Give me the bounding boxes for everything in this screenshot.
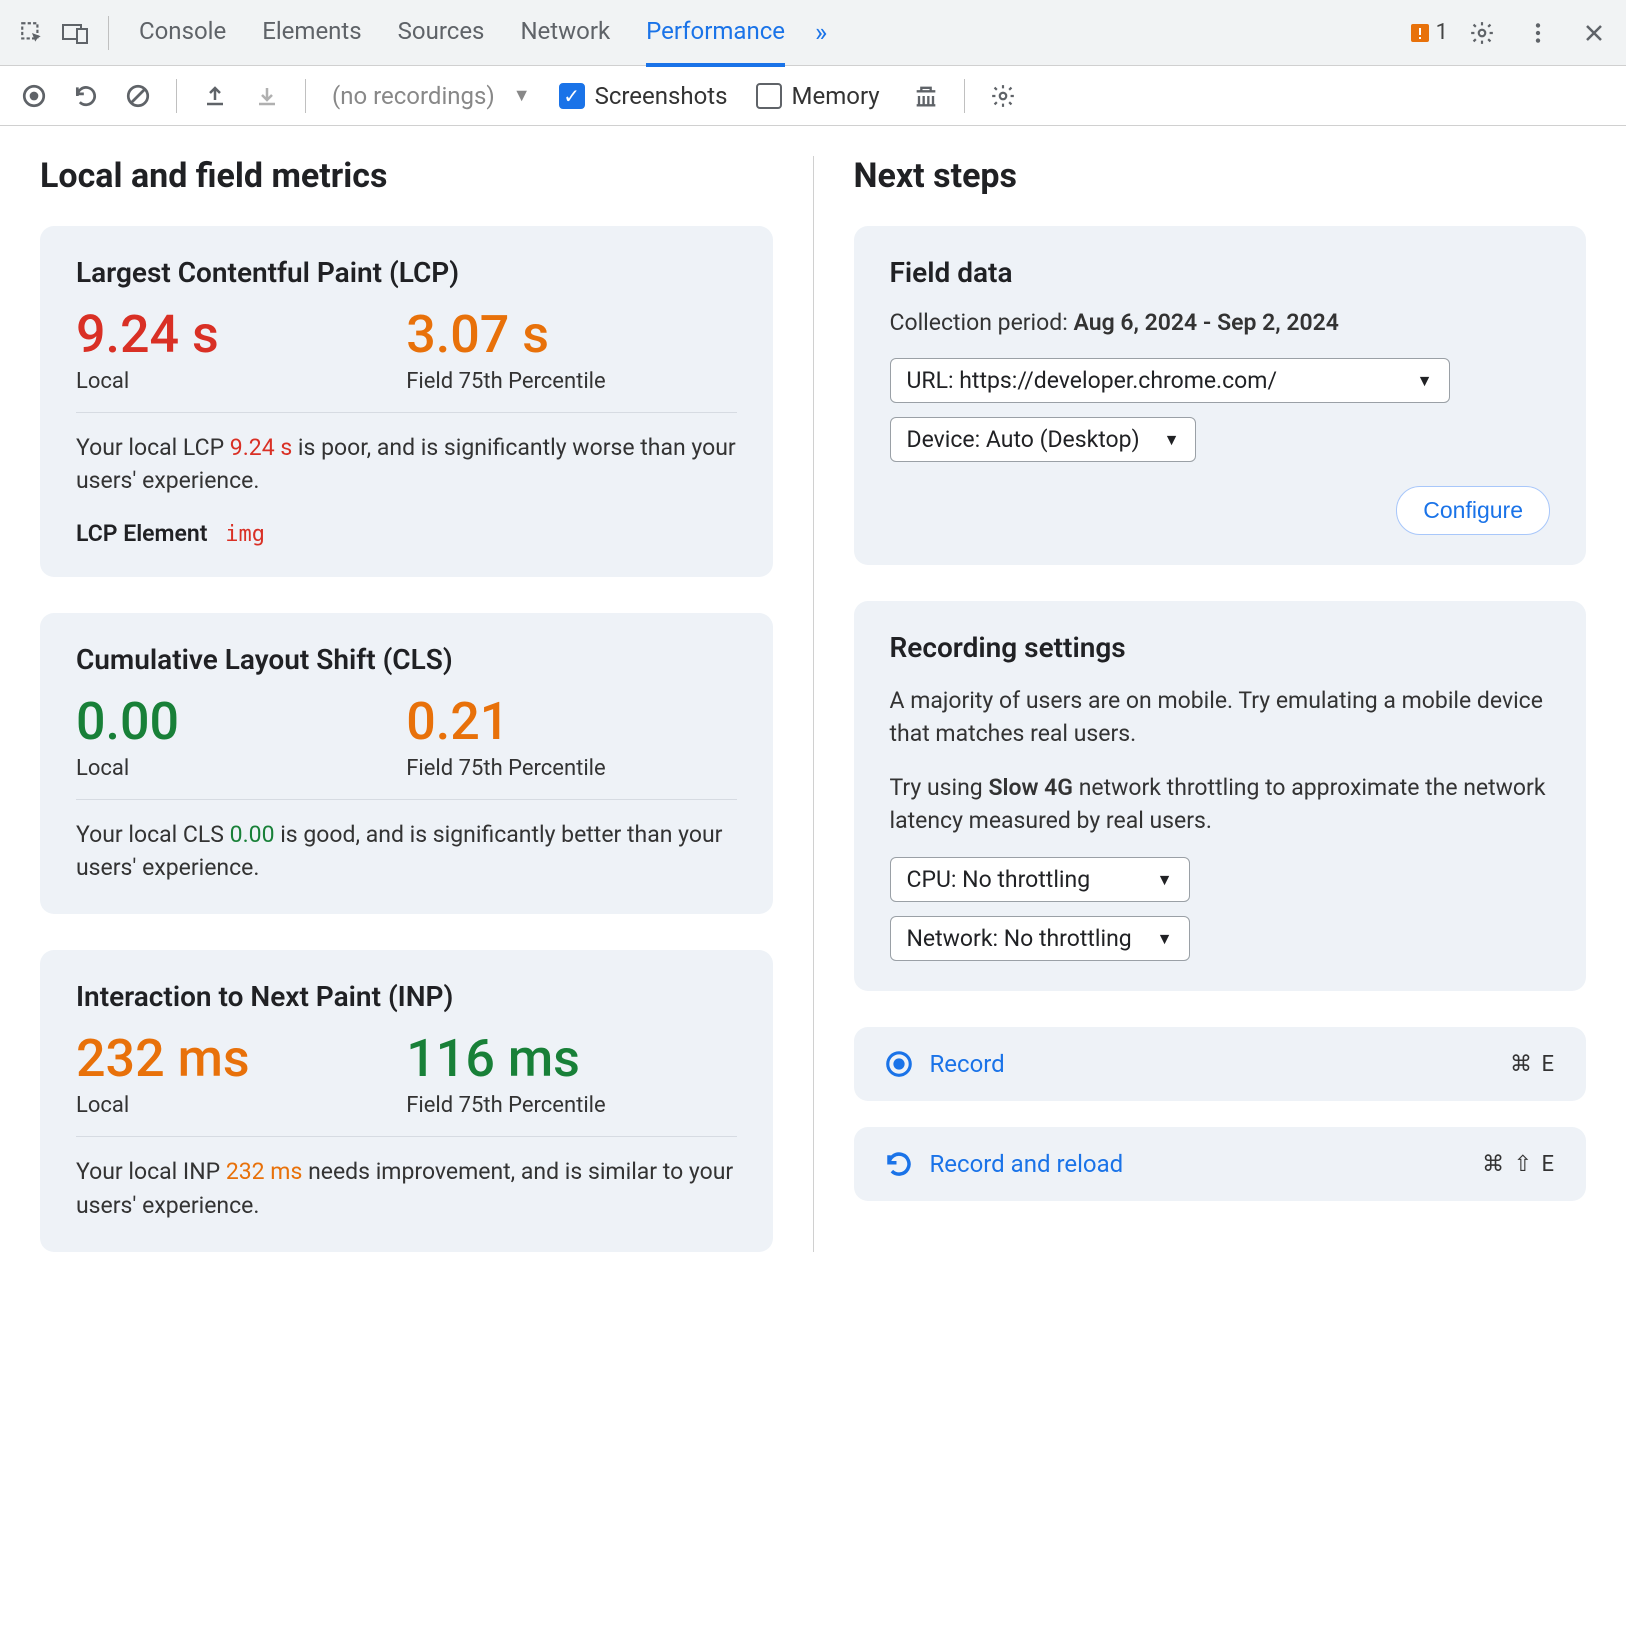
recordings-dropdown-label: (no recordings) xyxy=(332,82,495,110)
chevron-down-icon: ▼ xyxy=(1157,929,1173,949)
divider xyxy=(305,79,306,113)
tab-console[interactable]: Console xyxy=(139,0,226,67)
recording-settings-title: Recording settings xyxy=(890,631,1551,664)
divider xyxy=(964,79,965,113)
warning-count: 1 xyxy=(1436,20,1448,45)
inp-field-value: 116 ms xyxy=(406,1033,736,1085)
lcp-field-label: Field 75th Percentile xyxy=(406,369,736,394)
cls-field-label: Field 75th Percentile xyxy=(406,756,736,781)
tab-elements[interactable]: Elements xyxy=(262,0,361,67)
record-reload-shortcut: ⌘ ⇧ E xyxy=(1482,1152,1556,1177)
url-select[interactable]: URL: https://developer.chrome.com/▼ xyxy=(890,358,1450,403)
issues-badge[interactable]: 1 xyxy=(1408,20,1448,45)
upload-icon[interactable] xyxy=(193,74,237,118)
memory-label: Memory xyxy=(792,82,880,110)
field-data-title: Field data xyxy=(890,256,1551,289)
collection-period: Collection period: Aug 6, 2024 - Sep 2, … xyxy=(890,309,1551,336)
chevron-down-icon: ▼ xyxy=(1157,870,1173,890)
checkbox-checked-icon: ✓ xyxy=(559,83,585,109)
chevron-down-icon: ▼ xyxy=(1417,371,1433,391)
field-data-card: Field data Collection period: Aug 6, 202… xyxy=(854,226,1587,565)
tab-performance[interactable]: Performance xyxy=(646,0,785,67)
download-icon[interactable] xyxy=(245,74,289,118)
lcp-description: Your local LCP 9.24 s is poor, and is si… xyxy=(76,431,737,498)
lcp-local-value: 9.24 s xyxy=(76,309,406,361)
record-action[interactable]: Record ⌘ E xyxy=(854,1027,1587,1101)
memory-checkbox[interactable]: Memory xyxy=(756,82,880,110)
inp-description: Your local INP 232 ms needs improvement,… xyxy=(76,1155,737,1222)
recording-settings-card: Recording settings A majority of users a… xyxy=(854,601,1587,991)
cls-title: Cumulative Layout Shift (CLS) xyxy=(76,643,737,676)
divider xyxy=(108,16,109,50)
cls-field-value: 0.21 xyxy=(406,696,736,748)
inspect-icon[interactable] xyxy=(10,11,54,55)
record-circle-icon xyxy=(884,1049,914,1079)
local-field-heading: Local and field metrics xyxy=(40,156,773,196)
network-throttling-select[interactable]: Network: No throttling▼ xyxy=(890,916,1190,961)
record-shortcut: ⌘ E xyxy=(1510,1052,1556,1077)
checkbox-unchecked-icon xyxy=(756,83,782,109)
lcp-element-value: img xyxy=(225,522,265,547)
warning-icon xyxy=(1408,21,1432,45)
panel-settings-icon[interactable] xyxy=(981,74,1025,118)
cpu-throttling-select[interactable]: CPU: No throttling▼ xyxy=(890,857,1190,902)
recordings-dropdown-caret[interactable]: ▼ xyxy=(513,85,531,106)
cls-card: Cumulative Layout Shift (CLS) 0.00 Local… xyxy=(40,613,773,915)
reload-icon[interactable] xyxy=(64,74,108,118)
inp-local-label: Local xyxy=(76,1093,406,1118)
lcp-element-label: LCP Element xyxy=(76,520,207,547)
record-label: Record xyxy=(930,1050,1495,1078)
next-steps-heading: Next steps xyxy=(854,156,1587,196)
recording-desc-2: Try using Slow 4G network throttling to … xyxy=(890,771,1551,838)
inp-field-label: Field 75th Percentile xyxy=(406,1093,736,1118)
lcp-element-row[interactable]: LCP Element img xyxy=(76,520,737,547)
lcp-local-label: Local xyxy=(76,369,406,394)
screenshots-label: Screenshots xyxy=(595,82,728,110)
lcp-field-value: 3.07 s xyxy=(406,309,736,361)
recording-desc-1: A majority of users are on mobile. Try e… xyxy=(890,684,1551,751)
inp-title: Interaction to Next Paint (INP) xyxy=(76,980,737,1013)
device-toggle-icon[interactable] xyxy=(54,11,98,55)
chevron-down-icon: ▼ xyxy=(1164,430,1180,450)
divider xyxy=(176,79,177,113)
device-select[interactable]: Device: Auto (Desktop)▼ xyxy=(890,417,1197,462)
garbage-collect-icon[interactable] xyxy=(904,74,948,118)
screenshots-checkbox[interactable]: ✓ Screenshots xyxy=(559,82,728,110)
tab-network[interactable]: Network xyxy=(520,0,610,67)
more-icon[interactable] xyxy=(1516,11,1560,55)
inp-card: Interaction to Next Paint (INP) 232 ms L… xyxy=(40,950,773,1252)
record-reload-action[interactable]: Record and reload ⌘ ⇧ E xyxy=(854,1127,1587,1201)
configure-button[interactable]: Configure xyxy=(1396,486,1550,535)
settings-icon[interactable] xyxy=(1460,11,1504,55)
tab-sources[interactable]: Sources xyxy=(398,0,485,67)
reload-circle-icon xyxy=(884,1149,914,1179)
tab-overflow-icon[interactable]: » xyxy=(815,18,827,48)
cls-local-label: Local xyxy=(76,756,406,781)
inp-local-value: 232 ms xyxy=(76,1033,406,1085)
lcp-card: Largest Contentful Paint (LCP) 9.24 s Lo… xyxy=(40,226,773,577)
performance-toolbar: (no recordings) ▼ ✓ Screenshots Memory xyxy=(0,66,1626,126)
clear-icon[interactable] xyxy=(116,74,160,118)
record-reload-label: Record and reload xyxy=(930,1150,1467,1178)
close-icon[interactable] xyxy=(1572,11,1616,55)
tabs-list: Console Elements Sources Network Perform… xyxy=(139,0,785,67)
record-icon[interactable] xyxy=(12,74,56,118)
cls-local-value: 0.00 xyxy=(76,696,406,748)
devtools-tab-bar: Console Elements Sources Network Perform… xyxy=(0,0,1626,66)
cls-description: Your local CLS 0.00 is good, and is sign… xyxy=(76,818,737,885)
lcp-title: Largest Contentful Paint (LCP) xyxy=(76,256,737,289)
